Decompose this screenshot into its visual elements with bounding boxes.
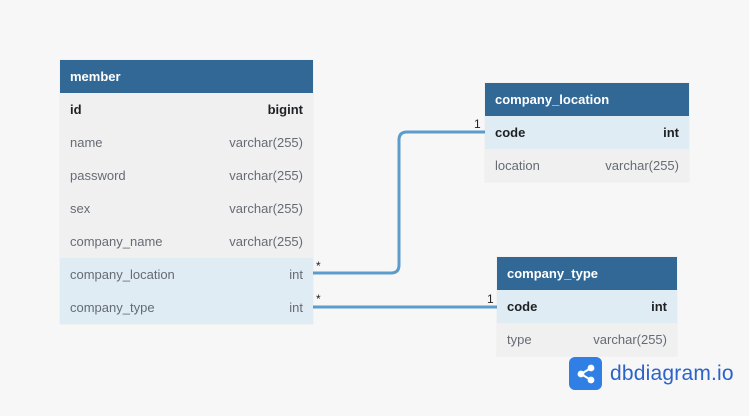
column-type: varchar(255) xyxy=(229,234,303,249)
column-name: code xyxy=(495,125,526,140)
column-name: name xyxy=(70,135,103,150)
column-name: code xyxy=(507,299,538,314)
column-row[interactable]: company_name varchar(255) xyxy=(60,225,313,258)
share-nodes-icon xyxy=(569,357,602,390)
table-company-location[interactable]: company_location code int location varch… xyxy=(485,83,689,182)
dbdiagram-brand[interactable]: dbdiagram.io xyxy=(569,357,734,390)
column-type: varchar(255) xyxy=(229,201,303,216)
column-type: varchar(255) xyxy=(605,158,679,173)
relation-label-one: 1 xyxy=(474,117,481,131)
column-type: bigint xyxy=(267,102,303,117)
column-row[interactable]: company_type int xyxy=(60,291,313,324)
table-header-company-type[interactable]: company_type xyxy=(497,257,677,290)
column-row[interactable]: id bigint xyxy=(60,93,313,126)
column-name: location xyxy=(495,158,540,173)
column-type: int xyxy=(289,267,303,282)
column-type: varchar(255) xyxy=(229,135,303,150)
column-row[interactable]: code int xyxy=(497,290,677,323)
table-member[interactable]: member id bigint name varchar(255) passw… xyxy=(60,60,313,324)
column-name: company_location xyxy=(70,267,175,282)
column-name: company_type xyxy=(70,300,155,315)
table-header-company-location[interactable]: company_location xyxy=(485,83,689,116)
column-name: company_name xyxy=(70,234,163,249)
column-name: password xyxy=(70,168,126,183)
column-type: varchar(255) xyxy=(229,168,303,183)
column-type: int xyxy=(651,299,667,314)
column-type: int xyxy=(289,300,303,315)
column-type: int xyxy=(663,125,679,140)
column-name: type xyxy=(507,332,532,347)
column-row[interactable]: sex varchar(255) xyxy=(60,192,313,225)
column-row[interactable]: location varchar(255) xyxy=(485,149,689,182)
column-type: varchar(255) xyxy=(593,332,667,347)
column-row[interactable]: code int xyxy=(485,116,689,149)
column-name: id xyxy=(70,102,82,117)
column-row[interactable]: type varchar(255) xyxy=(497,323,677,356)
table-company-type[interactable]: company_type code int type varchar(255) xyxy=(497,257,677,356)
diagram-canvas[interactable]: member id bigint name varchar(255) passw… xyxy=(0,0,749,416)
column-name: sex xyxy=(70,201,91,216)
relation-label-one: 1 xyxy=(487,292,494,306)
column-row[interactable]: password varchar(255) xyxy=(60,159,313,192)
column-row[interactable]: name varchar(255) xyxy=(60,126,313,159)
table-header-member[interactable]: member xyxy=(60,60,313,93)
relation-label-many: * xyxy=(316,259,321,273)
relation-label-many: * xyxy=(316,292,321,306)
connector-member-company-location[interactable] xyxy=(313,130,485,275)
column-row[interactable]: company_location int xyxy=(60,258,313,291)
brand-name: dbdiagram.io xyxy=(610,361,734,385)
